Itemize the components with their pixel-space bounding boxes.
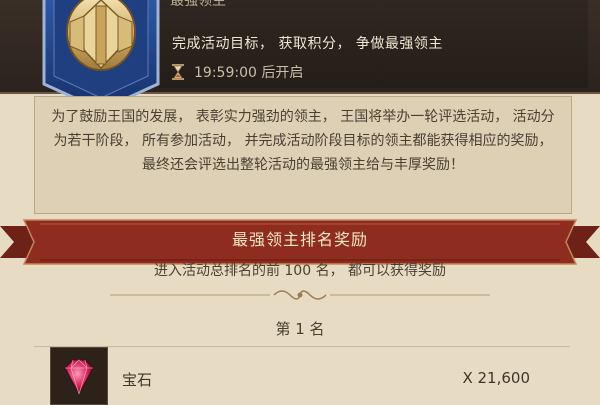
reward-item-quantity: X 21,600 [462, 369, 530, 387]
rewards-section-title: 最强领主排名奖励 [231, 230, 368, 249]
countdown-row: 19:59:00 后开启 [172, 63, 303, 81]
reward-item-slot[interactable] [50, 347, 108, 405]
reward-item-row: 宝石 X 21,600 [34, 346, 570, 405]
gem-icon [64, 359, 94, 396]
rank-label: 第 1 名 [275, 320, 325, 338]
rewards-eligibility-note: 进入活动总排名的前 100 名， 都可以获得奖励 [153, 263, 447, 279]
hourglass-icon [172, 64, 184, 80]
event-title: 最强领主 [170, 0, 226, 9]
event-description: 为了鼓励王国的发展， 表彰实力强劲的领主， 王国将举办一轮评选活动， 活动分为若… [51, 109, 555, 173]
reward-item-name: 宝石 [122, 371, 153, 389]
ornament-divider [110, 290, 490, 300]
event-header-panel: 最强领主 完成活动目标， 获取积分， 争做最强领主 19:59:00 后开启 [158, 0, 588, 88]
event-goal-text: 完成活动目标， 获取积分， 争做最强领主 [172, 36, 443, 52]
countdown-timer: 19:59:00 后开启 [194, 65, 304, 81]
event-description-panel: 为了鼓励王国的发展， 表彰实力强劲的领主， 王国将举办一轮评选活动， 活动分为若… [34, 96, 572, 214]
